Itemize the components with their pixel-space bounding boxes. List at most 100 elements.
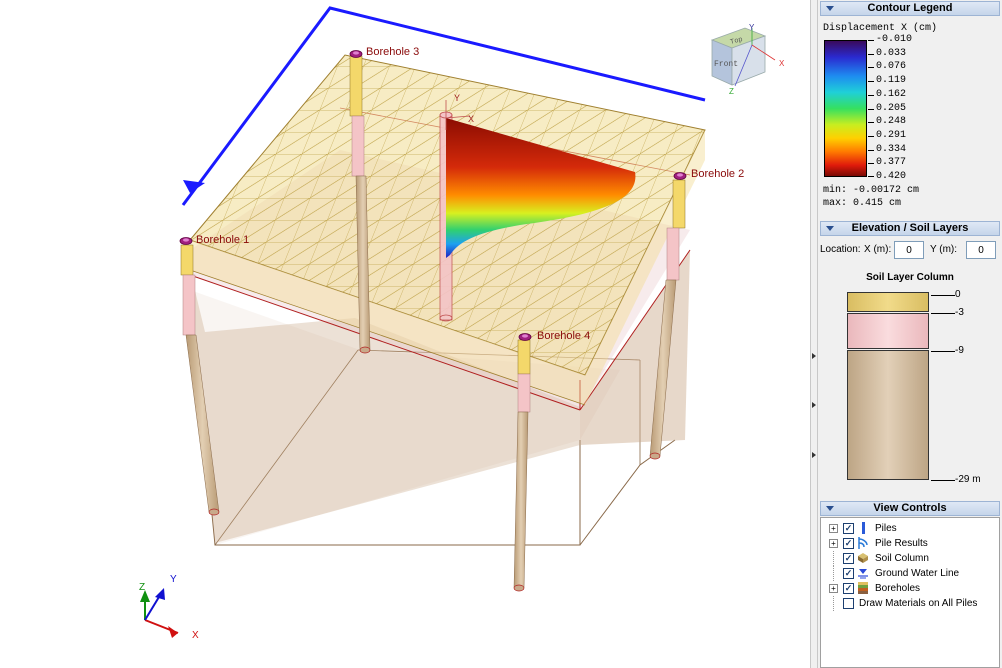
- tree-item-label: Boreholes: [875, 583, 921, 594]
- legend-tick-label: 0.205: [876, 102, 907, 114]
- legend-tick-mark: [868, 40, 874, 41]
- x-coordinate-input[interactable]: [894, 241, 924, 259]
- borehole-3-label: Borehole 3: [366, 46, 419, 58]
- legend-tick-mark: [868, 176, 874, 177]
- legend-max-value: max: 0.415 cm: [823, 198, 902, 209]
- local-axis-y-label: Y: [454, 93, 460, 103]
- legend-tick-label: 0.162: [876, 88, 907, 100]
- expand-icon[interactable]: +: [829, 539, 838, 548]
- legend-tick-label: 0.119: [876, 75, 907, 87]
- soil-column-title: Soil Layer Column: [866, 272, 954, 283]
- view-controls-header[interactable]: View Controls: [820, 501, 1000, 516]
- borehole-3[interactable]: Borehole 3: [349, 46, 419, 58]
- triad-z-label: Z: [139, 582, 145, 593]
- splitter-arrow-icon[interactable]: [812, 353, 816, 359]
- depth-label: -9: [955, 345, 964, 356]
- legend-tick-mark: [868, 94, 874, 96]
- pile-icon: [862, 522, 865, 534]
- tree-connector: [833, 551, 835, 566]
- soil-column-checkbox[interactable]: ✓: [843, 553, 854, 564]
- 3d-viewport[interactable]: Y X Borehole 1 Borehole 2 Borehole 3 Bor…: [0, 0, 810, 668]
- view-cube[interactable]: Top Front Y X Z: [710, 23, 785, 96]
- pile-results-checkbox[interactable]: ✓: [843, 538, 854, 549]
- collapse-arrow-icon[interactable]: [826, 6, 834, 11]
- legend-tick-mark: [868, 53, 874, 55]
- legend-tick-label: 0.033: [876, 47, 907, 59]
- tree-item-soil-column[interactable]: ✓ Soil Column: [821, 551, 999, 566]
- triad-x-label: X: [192, 630, 199, 641]
- legend-tick-mark: [868, 149, 874, 151]
- water-line-icon: [858, 569, 868, 579]
- borehole-2-label: Borehole 2: [691, 168, 744, 180]
- legend-tick-label: 0.377: [876, 157, 907, 169]
- legend-tick-label: 0.420: [876, 171, 907, 182]
- tree-item-pile-results[interactable]: + ✓ Pile Results: [821, 536, 999, 551]
- splitter-arrow-icon[interactable]: [812, 402, 816, 408]
- soil-column-icon: [858, 553, 868, 563]
- contour-legend-title: Contour Legend: [867, 2, 953, 14]
- soil-layer-3[interactable]: [847, 350, 929, 480]
- legend-tick-mark: [868, 135, 874, 137]
- tree-item-label: Piles: [875, 523, 897, 534]
- legend-tick-label: 0.291: [876, 129, 907, 141]
- legend-tick-mark: [868, 122, 874, 124]
- tree-item-piles[interactable]: + ✓ Piles: [821, 521, 999, 536]
- soil-layer-1[interactable]: [847, 292, 929, 312]
- view-cube-z-label: Z: [729, 87, 734, 96]
- legend-tick-mark: [868, 163, 874, 165]
- depth-tick: [931, 313, 955, 314]
- legend-min-value: min: -0.00172 cm: [823, 185, 920, 196]
- legend-tick-label: 0.334: [876, 143, 907, 155]
- tree-item-label: Pile Results: [875, 538, 928, 549]
- depth-tick: [931, 295, 955, 296]
- expand-icon[interactable]: +: [829, 524, 838, 533]
- legend-tick-label: 0.076: [876, 61, 907, 73]
- elevation-title: Elevation / Soil Layers: [851, 222, 969, 234]
- panel-splitter[interactable]: [810, 0, 818, 668]
- legend-tick-label: -0.010: [876, 34, 913, 45]
- soil-layer-2[interactable]: [847, 313, 929, 349]
- depth-tick: [931, 480, 955, 481]
- view-cube-front-label[interactable]: Front: [714, 60, 738, 69]
- tree-item-boreholes[interactable]: + ✓ Boreholes: [821, 581, 999, 596]
- view-controls-title: View Controls: [873, 502, 947, 514]
- legend-color-bar: [824, 40, 867, 177]
- axis-triad: X Z Y: [139, 574, 199, 641]
- tree-connector: [833, 596, 835, 611]
- model-scene[interactable]: Y X Borehole 1 Borehole 2 Borehole 3 Bor…: [0, 0, 810, 668]
- x-coordinate-label: X (m):: [864, 244, 892, 255]
- view-controls-tree[interactable]: + ✓ Piles + ✓ Pile Results ✓ Soil Column…: [820, 517, 1000, 668]
- tree-item-ground-water-line[interactable]: ✓ Ground Water Line: [821, 566, 999, 581]
- side-panel: Contour Legend Displacement X (cm) -0.01…: [818, 0, 1002, 668]
- collapse-arrow-icon[interactable]: [826, 506, 834, 511]
- draw-materials-checkbox[interactable]: [843, 598, 854, 609]
- collapse-arrow-icon[interactable]: [826, 226, 834, 231]
- borehole-icon: [858, 582, 868, 594]
- piles-checkbox[interactable]: ✓: [843, 523, 854, 534]
- depth-tick: [931, 351, 955, 352]
- local-axis-x-label: X: [468, 114, 474, 124]
- elevation-header[interactable]: Elevation / Soil Layers: [820, 221, 1000, 236]
- expand-icon[interactable]: +: [829, 584, 838, 593]
- legend-quantity-label: Displacement X (cm): [823, 23, 938, 34]
- depth-label: -3: [955, 307, 964, 318]
- triad-y-label: Y: [170, 574, 177, 585]
- location-label: Location:: [820, 244, 861, 255]
- pile-results-icon: [858, 537, 868, 549]
- splitter-arrow-icon[interactable]: [812, 452, 816, 458]
- y-coordinate-input[interactable]: [966, 241, 996, 259]
- boreholes-checkbox[interactable]: ✓: [843, 583, 854, 594]
- tree-item-label: Ground Water Line: [875, 568, 960, 579]
- location-row: Location: X (m): Y (m):: [820, 241, 1002, 261]
- depth-label: -29 m: [955, 474, 981, 485]
- depth-label: 0: [955, 289, 961, 300]
- view-cube-x-label: X: [779, 59, 785, 68]
- contour-legend-header[interactable]: Contour Legend: [820, 1, 1000, 16]
- borehole-1-label: Borehole 1: [196, 234, 249, 246]
- borehole-4-label: Borehole 4: [537, 330, 590, 342]
- y-coordinate-label: Y (m):: [930, 244, 958, 255]
- ground-water-line-checkbox[interactable]: ✓: [843, 568, 854, 579]
- tree-connector: [833, 566, 835, 581]
- legend-tick-mark: [868, 108, 874, 110]
- tree-item-draw-materials[interactable]: Draw Materials on All Piles: [821, 596, 999, 611]
